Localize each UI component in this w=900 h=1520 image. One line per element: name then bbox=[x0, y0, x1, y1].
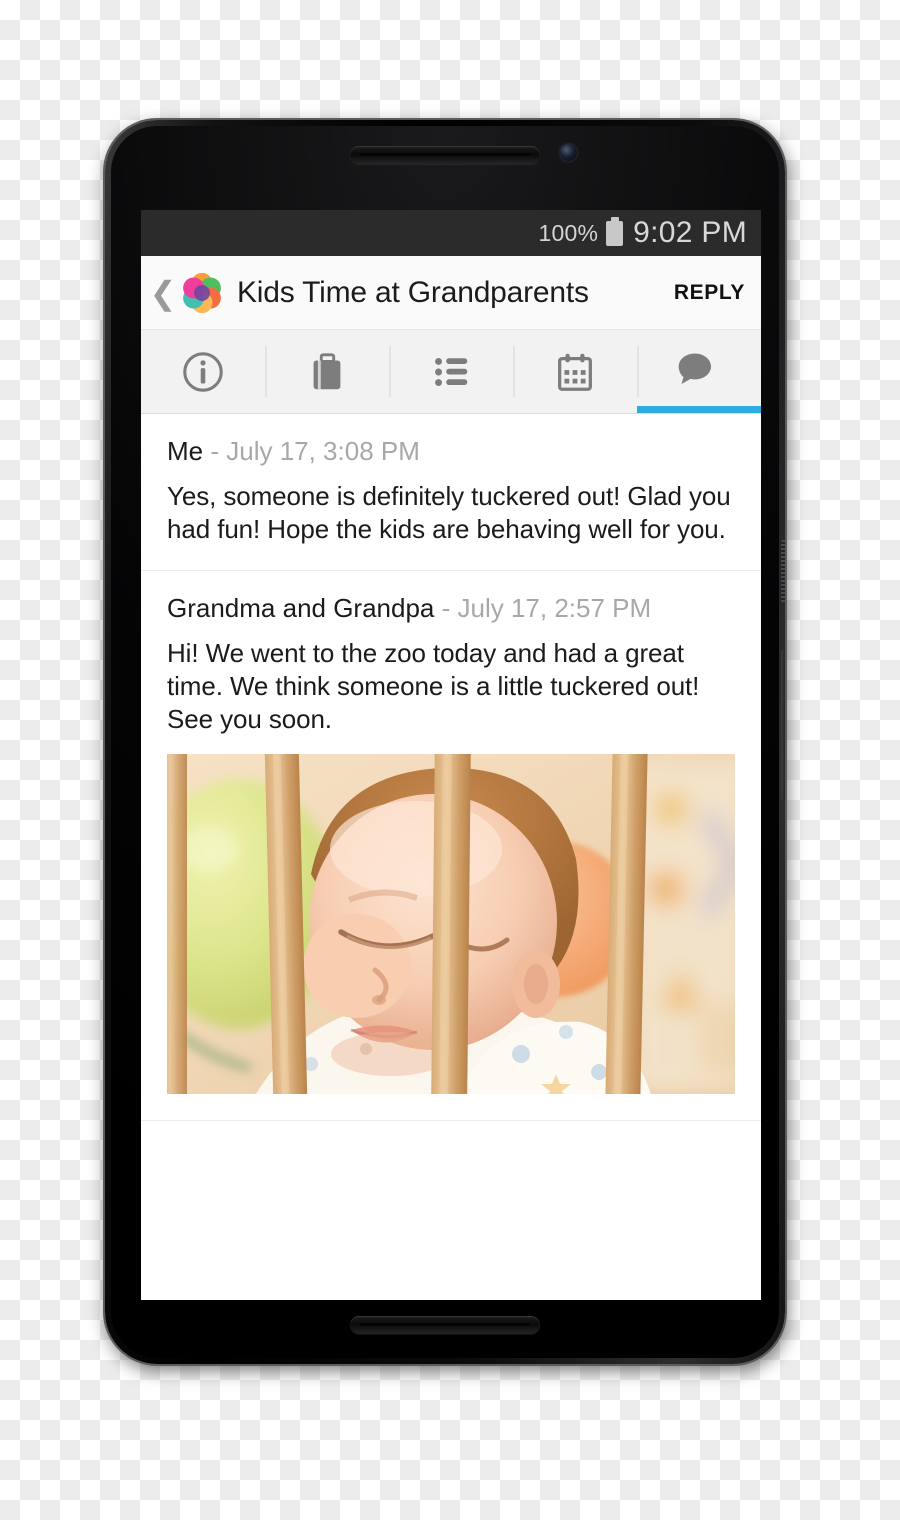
volume-rocker-button[interactable] bbox=[781, 650, 785, 800]
tab-indicator-active bbox=[637, 406, 761, 413]
message-author: Grandma and Grandpa bbox=[167, 593, 435, 624]
message-photo[interactable] bbox=[167, 754, 735, 1095]
tab-bar bbox=[141, 330, 761, 414]
tab-messages[interactable] bbox=[637, 330, 761, 413]
page-title: Kids Time at Grandparents bbox=[237, 275, 589, 309]
message-list-empty-space bbox=[141, 1121, 761, 1300]
bottom-speaker-grille bbox=[350, 1316, 540, 1334]
app-bar: ❮ Kids Time at Grandparents REPLY bbox=[141, 256, 761, 330]
front-camera-icon bbox=[560, 144, 577, 161]
tab-indicator bbox=[389, 406, 513, 413]
message-timestamp: - July 17, 2:57 PM bbox=[434, 593, 652, 624]
message-header: Grandma and Grandpa - July 17, 2:57 PM bbox=[167, 593, 735, 624]
power-button[interactable] bbox=[781, 540, 785, 602]
message-timestamp: - July 17, 3:08 PM bbox=[203, 436, 420, 466]
smartphone-device: 100% 9:02 PM ❮ Kids Time at Grandparents bbox=[105, 120, 785, 1364]
tab-calendar[interactable] bbox=[513, 330, 637, 413]
tab-list[interactable] bbox=[389, 330, 513, 413]
info-circle-icon bbox=[183, 351, 223, 392]
ear-speaker-grille bbox=[350, 146, 540, 164]
message-item[interactable]: Me - July 17, 3:08 PM Yes, someone is de… bbox=[141, 414, 761, 572]
message-item[interactable]: Grandma and Grandpa - July 17, 2:57 PM H… bbox=[141, 571, 761, 1122]
tab-indicator bbox=[265, 406, 389, 413]
message-photo-container[interactable] bbox=[167, 736, 735, 1120]
tab-indicator bbox=[513, 406, 637, 413]
message-header: Me - July 17, 3:08 PM bbox=[167, 436, 735, 467]
chat-bubbles-icon bbox=[678, 353, 711, 384]
battery-percent-label: 100% bbox=[538, 219, 599, 246]
calendar-icon bbox=[558, 353, 592, 391]
phone-screen: 100% 9:02 PM ❮ Kids Time at Grandparents bbox=[141, 210, 761, 1300]
suitcase-icon bbox=[313, 352, 341, 389]
status-bar: 100% 9:02 PM bbox=[141, 210, 761, 256]
tab-packing[interactable] bbox=[265, 330, 389, 413]
clock-label: 9:02 PM bbox=[633, 216, 747, 249]
app-logo-flower-icon bbox=[183, 272, 221, 313]
message-list: Me - July 17, 3:08 PM Yes, someone is de… bbox=[141, 414, 761, 1300]
tab-info[interactable] bbox=[141, 330, 265, 413]
battery-full-icon bbox=[606, 220, 624, 246]
message-body: Hi! We went to the zoo today and had a g… bbox=[167, 638, 700, 735]
chevron-left-icon[interactable]: ❮ bbox=[149, 273, 177, 313]
reply-button[interactable]: REPLY bbox=[670, 281, 761, 305]
tab-indicator bbox=[141, 406, 265, 413]
message-body: Yes, someone is definitely tuckered out!… bbox=[167, 481, 731, 545]
bullet-list-icon bbox=[435, 357, 468, 386]
message-author: Me bbox=[167, 436, 204, 466]
